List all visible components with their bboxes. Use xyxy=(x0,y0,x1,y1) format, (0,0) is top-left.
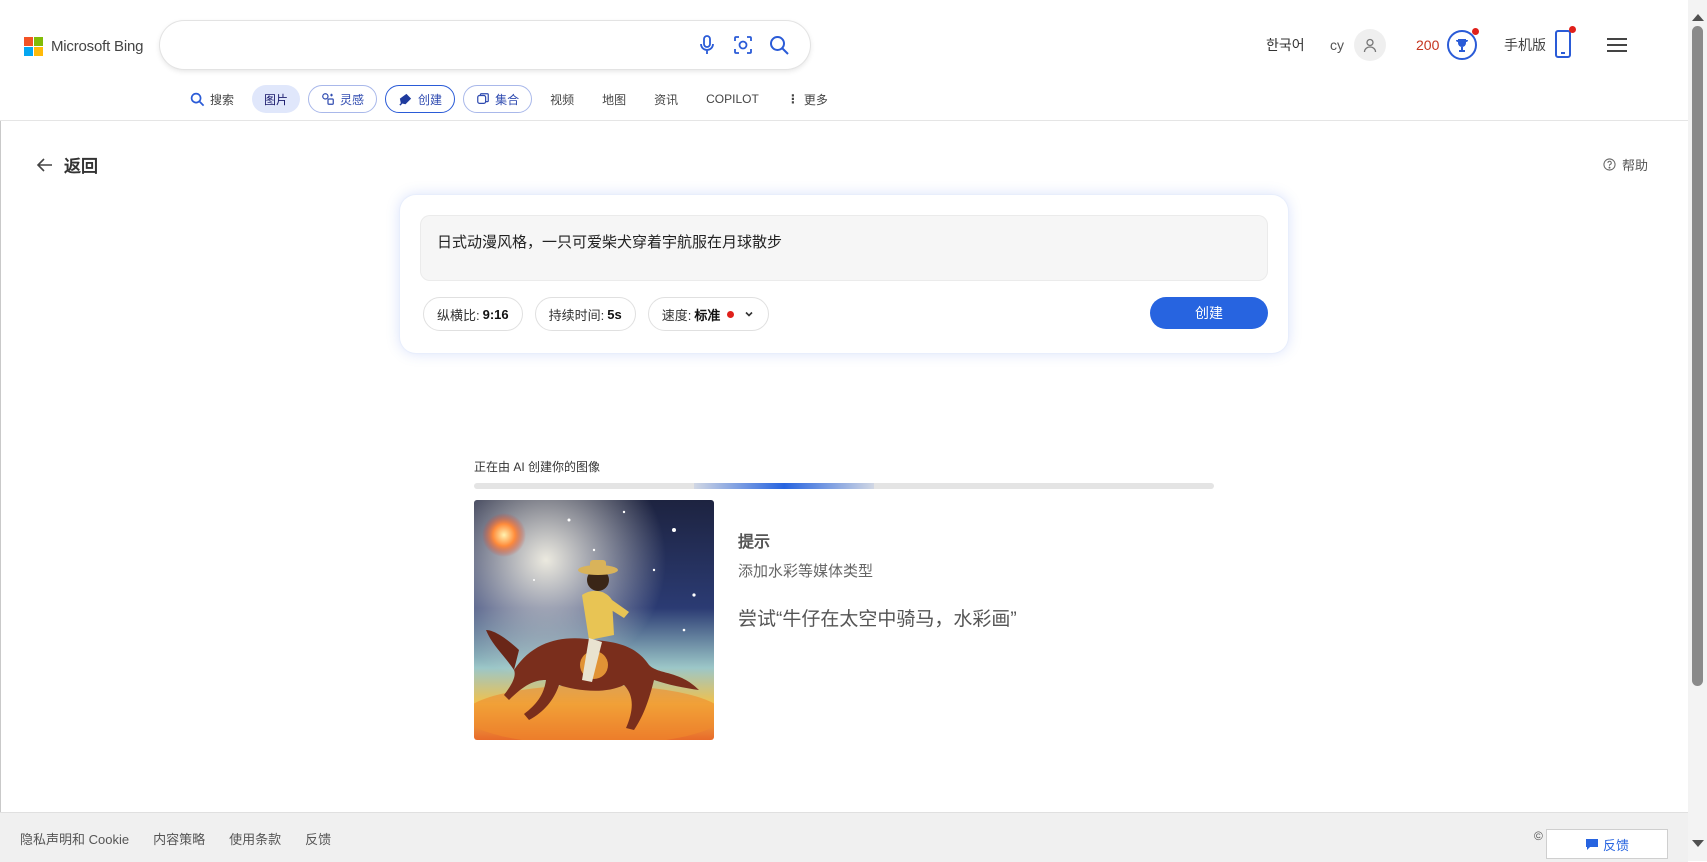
feedback-link[interactable]: 反馈 xyxy=(305,829,331,848)
microsoft-logo-icon xyxy=(24,37,43,56)
notification-dot xyxy=(1569,25,1576,33)
mobile-version-link[interactable]: 手机版 xyxy=(1504,0,1576,90)
scrollbar-thumb[interactable] xyxy=(1692,26,1703,686)
microphone-icon[interactable] xyxy=(695,33,719,57)
language-switch[interactable]: 한국어 xyxy=(1266,0,1305,90)
tip-subtitle: 添加水彩等媒体类型 xyxy=(738,563,874,580)
speed-selector[interactable]: 速度: 标准 xyxy=(647,297,770,331)
duration-selector[interactable]: 持续时间: 5s xyxy=(534,297,636,331)
prompt-input[interactable]: 日式动漫风格，一只可爱柴犬穿着宇航服在月球散步 xyxy=(420,215,1268,281)
progress-bar xyxy=(474,483,1214,489)
tab-create[interactable]: 创建 xyxy=(385,85,456,113)
chevron-down-icon xyxy=(745,311,753,317)
tab-collections[interactable]: 集合 xyxy=(463,85,533,113)
mobile-label: 手机版 xyxy=(1504,37,1546,53)
search-icon xyxy=(190,92,205,106)
avatar xyxy=(1354,29,1386,61)
collections-icon xyxy=(477,93,489,104)
tip-example-prompt: 尝试“牛仔在太空中骑马，水彩画” xyxy=(738,609,1017,630)
tab-videos[interactable]: 视频 xyxy=(540,85,584,113)
footer: 隐私声明和 Cookie 内容策略 使用条款 反馈 © xyxy=(0,812,1688,862)
speed-status-dot xyxy=(727,310,735,318)
brush-icon xyxy=(399,93,412,106)
tab-news[interactable]: 资讯 xyxy=(644,85,688,113)
phone-icon xyxy=(1554,25,1576,62)
tab-maps[interactable]: 地图 xyxy=(592,85,636,113)
search-icon[interactable] xyxy=(767,33,791,57)
progress-label: 正在由 AI 创建你的图像 xyxy=(474,460,601,474)
tab-more[interactable]: ⋮ 更多 xyxy=(777,85,838,113)
progress-bar-indicator xyxy=(694,483,874,489)
create-button[interactable]: 创建 xyxy=(1150,297,1268,329)
header: Microsoft Bing 한국어 cy 200 手机版 搜索 图片 灵感 创… xyxy=(0,0,1688,121)
points-count: 200 xyxy=(1416,37,1440,53)
user-account[interactable]: cy xyxy=(1330,0,1386,90)
tab-images[interactable]: 图片 xyxy=(252,85,301,113)
search-box[interactable] xyxy=(160,21,810,69)
search-input[interactable] xyxy=(180,33,644,59)
vertical-scrollbar[interactable] xyxy=(1688,0,1707,861)
sparkle-images-icon xyxy=(322,93,334,105)
chat-bubble-icon xyxy=(1585,838,1598,850)
visual-search-icon[interactable] xyxy=(731,33,755,57)
terms-link[interactable]: 使用条款 xyxy=(229,829,281,848)
vertical-nav: 搜索 图片 灵感 创建 集合 视频 地图 资讯 COPILOT ⋮ 更多 xyxy=(180,84,846,114)
help-icon xyxy=(1603,158,1616,171)
tip-title: 提示 xyxy=(738,534,771,551)
feedback-button[interactable]: 反馈 xyxy=(1546,829,1668,859)
tab-copilot[interactable]: COPILOT xyxy=(696,85,769,113)
arrow-left-icon xyxy=(36,157,52,172)
scroll-up-arrow-icon[interactable] xyxy=(1692,14,1704,21)
aspect-ratio-selector[interactable]: 纵横比: 9:16 xyxy=(423,297,523,331)
copyright: © xyxy=(1534,829,1543,843)
footer-links: 隐私声明和 Cookie 内容策略 使用条款 反馈 xyxy=(20,829,331,848)
notification-dot xyxy=(1472,28,1480,35)
tip-example-image xyxy=(474,500,714,740)
logo-text: Microsoft Bing xyxy=(51,38,144,55)
more-dots-icon: ⋮ xyxy=(786,92,799,106)
options-row: 纵横比: 9:16 持续时间: 5s 速度: 标准 xyxy=(423,297,770,331)
rewards[interactable]: 200 xyxy=(1416,0,1480,90)
scroll-down-arrow-icon[interactable] xyxy=(1692,840,1704,847)
bing-logo[interactable]: Microsoft Bing xyxy=(24,37,143,56)
content-policy-link[interactable]: 内容策略 xyxy=(153,829,205,848)
tab-search[interactable]: 搜索 xyxy=(180,85,244,113)
menu-icon[interactable] xyxy=(1606,0,1628,90)
tab-inspiration[interactable]: 灵感 xyxy=(308,85,378,113)
trophy-icon xyxy=(1447,28,1480,60)
browser-frame xyxy=(0,0,1688,861)
user-name: cy xyxy=(1330,37,1344,53)
creator-card: 日式动漫风格，一只可爱柴犬穿着宇航服在月球散步 纵横比: 9:16 持续时间: … xyxy=(400,195,1288,353)
back-button[interactable]: 返回 xyxy=(36,152,98,177)
back-label: 返回 xyxy=(64,157,98,176)
help-link[interactable]: 帮助 xyxy=(1603,155,1648,174)
privacy-link[interactable]: 隐私声明和 Cookie xyxy=(20,829,129,848)
